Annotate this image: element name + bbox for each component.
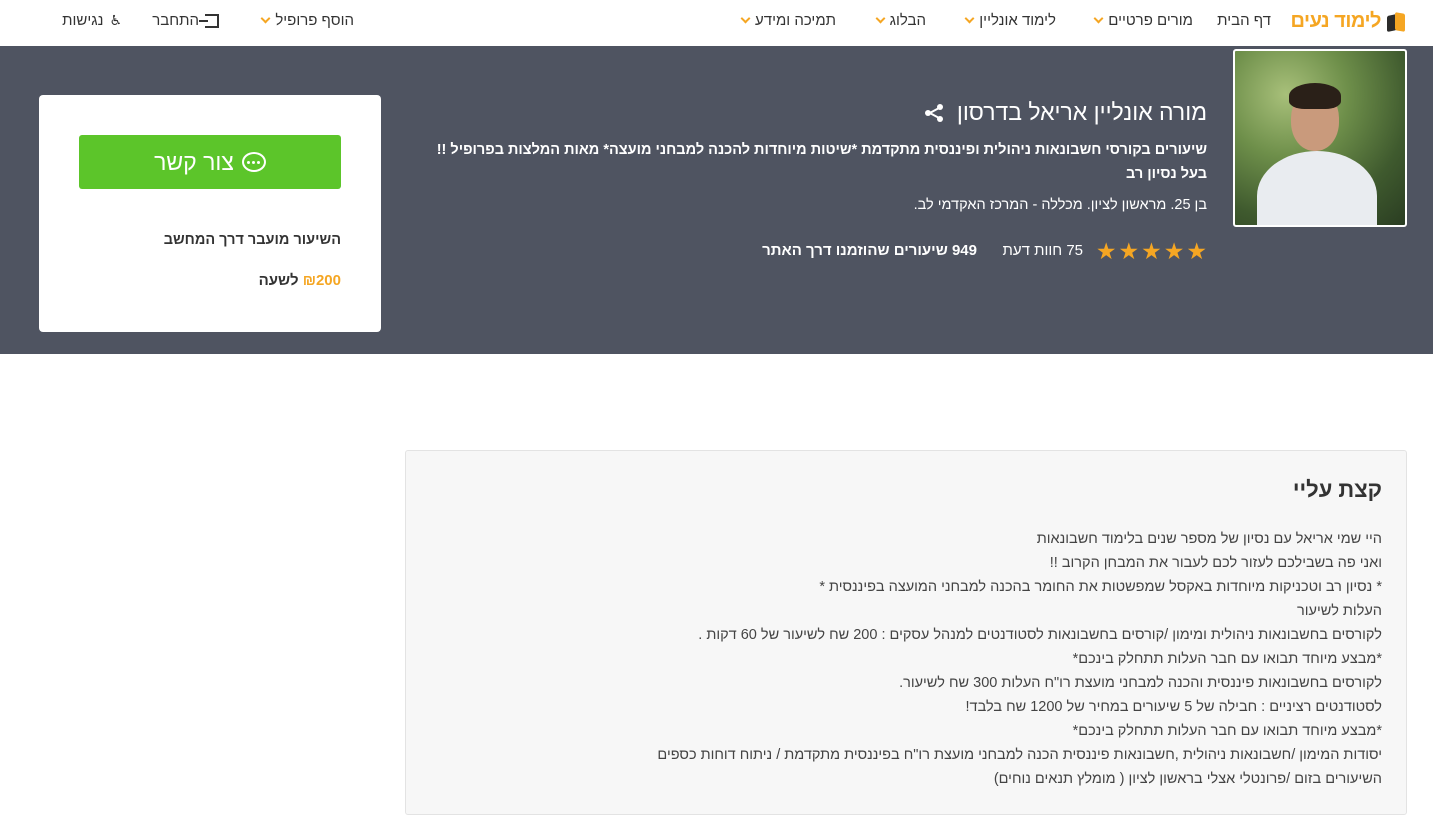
login-icon (199, 13, 219, 28)
about-line: *מבצע מיוחד תבואו עם חבר העלות תתחלק בינ… (1072, 723, 1382, 739)
rating-stars: ★ ★ ★ ★ ★ (1095, 238, 1207, 264)
lessons-count-text: שיעורים שהוזמנו דרך האתר (762, 242, 948, 259)
chevron-down-icon (260, 13, 271, 24)
nav-online-learning-label: לימוד אונליין (979, 12, 1056, 29)
lesson-mode: השיעור מועבר דרך המחשב (163, 232, 341, 248)
chevron-down-icon (875, 13, 886, 24)
price-amount: ₪200 (302, 272, 341, 289)
logo-icon (1385, 9, 1409, 33)
nav-home-label: דף הבית (1217, 12, 1271, 29)
nav-blog[interactable]: הבלוג (875, 12, 926, 29)
chevron-down-icon (1093, 13, 1104, 24)
logo-text: לימוד נעים (1290, 9, 1382, 32)
top-nav: לימוד נעים דף הבית מורים פרטיים לימוד או… (0, 0, 1433, 46)
nav-accessibility[interactable]: ♿ נגישות (62, 12, 122, 29)
nav-login[interactable]: התחבר (152, 12, 219, 29)
star-icon: ★ (1095, 238, 1117, 264)
about-title: קצת עליי (1292, 477, 1382, 502)
nav-blog-label: הבלוג (889, 12, 926, 29)
nav-private-teachers-label: מורים פרטיים (1108, 12, 1193, 29)
nav-support-label: תמיכה ומידע (755, 12, 836, 29)
star-icon: ★ (1118, 238, 1140, 264)
about-line: לקורסים בחשבונאות ניהולית ומימון /קורסים… (698, 627, 1382, 643)
star-icon: ★ (1141, 238, 1162, 264)
about-line: יסודות המימון /חשבונאות ניהולית ,חשבונאו… (657, 747, 1382, 763)
nav-login-label: התחבר (152, 12, 199, 29)
teacher-name: מורה אונליין אריאל בדרסון (924, 99, 1207, 126)
about-line: לסטודנטים רציניים : חבילה של 5 שיעורים ב… (965, 699, 1382, 715)
contact-card: צור קשר השיעור מועבר דרך המחשב ₪200 לשעה (39, 95, 381, 332)
nav-online-learning[interactable]: לימוד אונליין (964, 12, 1056, 29)
about-body: היי שמי אריאל עם נסיון של מספר שנים בלימ… (422, 527, 1382, 791)
teacher-name-text: מורה אונליין אריאל בדרסון (956, 99, 1207, 125)
about-line: לקורסים בחשבונאות פיננסית והכנה למבחני מ… (899, 675, 1382, 691)
about-line: העלות לשיעור (1297, 603, 1382, 619)
lessons-count: 949 שיעורים שהוזמנו דרך האתר (762, 242, 977, 259)
contact-button-label: צור קשר (154, 148, 234, 175)
star-icon: ★ (1163, 238, 1185, 264)
teacher-avatar[interactable] (1233, 49, 1407, 227)
chat-icon (241, 152, 266, 172)
star-icon: ★ (1186, 238, 1207, 264)
teacher-headline: שיעורים בקורסי חשבונאות ניהולית ופיננסית… (436, 142, 1207, 182)
nav-add-profile[interactable]: הוסף פרופיל (260, 12, 354, 29)
about-line: השיעורים בזום /פרונטלי אצלי בראשון לציון… (993, 771, 1382, 787)
about-line: היי שמי אריאל עם נסיון של מספר שנים בלימ… (1036, 531, 1382, 547)
price: ₪200 לשעה (259, 272, 341, 289)
chevron-down-icon (740, 13, 751, 24)
lessons-count-number: 949 (951, 242, 977, 259)
nav-private-teachers[interactable]: מורים פרטיים (1093, 12, 1193, 29)
price-unit: לשעה (258, 272, 299, 289)
wheelchair-icon: ♿ (109, 12, 122, 28)
about-line: *מבצע מיוחד תבואו עם חבר העלות תתחלק בינ… (1072, 651, 1382, 667)
teacher-info: בן 25. מראשון לציון. מכללה - המרכז האקדמ… (913, 197, 1207, 213)
nav-add-profile-label: הוסף פרופיל (275, 12, 354, 29)
share-icon[interactable] (924, 103, 943, 122)
reviews-link[interactable]: 75 חוות דעת (1003, 242, 1083, 259)
chevron-down-icon (964, 13, 975, 24)
about-section: קצת עליי היי שמי אריאל עם נסיון של מספר … (405, 450, 1407, 815)
nav-accessibility-label: נגישות (62, 12, 104, 29)
nav-support[interactable]: תמיכה ומידע (740, 12, 836, 29)
site-logo[interactable]: לימוד נעים (1291, 6, 1409, 36)
about-line: * נסיון רב וטכניקות מיוחדות באקסל שמפשטו… (819, 579, 1382, 595)
nav-home[interactable]: דף הבית (1217, 12, 1271, 29)
contact-button[interactable]: צור קשר (79, 135, 341, 189)
about-line: ואני פה בשבילכם לעזור לכם לעבור את המבחן… (1049, 555, 1382, 571)
